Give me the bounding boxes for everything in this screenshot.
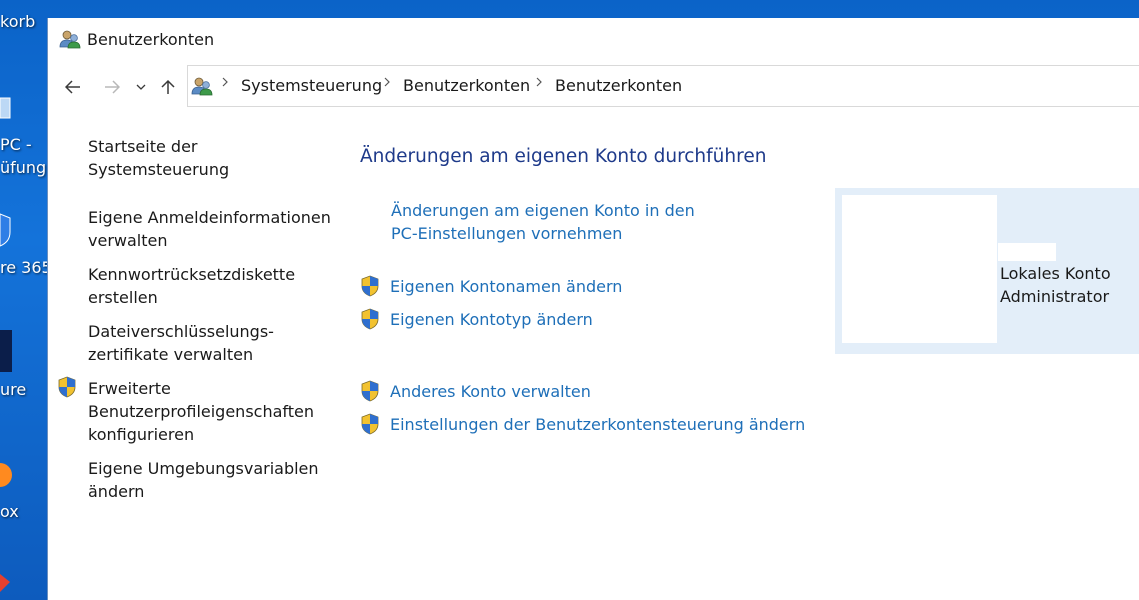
pc-icon[interactable] xyxy=(0,96,12,124)
uac-shield-icon xyxy=(361,413,379,435)
uac-settings-link[interactable]: Einstellungen der Benutzerkontensteuerun… xyxy=(390,413,805,436)
window-title: Benutzerkonten xyxy=(87,30,215,49)
breadcrumb-benutzerkonten[interactable]: Benutzerkonten xyxy=(403,76,530,95)
breadcrumb-systemsteuerung[interactable]: Systemsteuerung xyxy=(241,76,382,95)
breadcrumb-separator-icon[interactable] xyxy=(221,76,229,92)
up-arrow-icon[interactable] xyxy=(157,76,179,98)
firefox-icon[interactable] xyxy=(0,455,12,495)
user-accounts-icon xyxy=(191,77,213,96)
uac-shield-icon xyxy=(361,308,379,330)
desktop-icon-label-pc[interactable]: PC - xyxy=(0,135,32,154)
breadcrumb-separator-icon[interactable] xyxy=(535,76,543,92)
desktop-icon-label-ox[interactable]: ox xyxy=(0,502,19,521)
breadcrumb-separator-icon[interactable] xyxy=(383,76,391,92)
manage-other-account-link[interactable]: Anderes Konto verwalten xyxy=(390,380,591,403)
user-accounts-window: Benutzerkonten Systemsteuerung Benutzerk… xyxy=(47,18,1139,600)
title-bar[interactable]: Benutzerkonten xyxy=(48,18,1139,60)
uac-shield-icon xyxy=(361,380,379,402)
sidebar-item-credentials[interactable]: Eigene Anmeldeinformationen verwalten xyxy=(88,206,338,252)
desktop-icon-label-pc-2[interactable]: üfung xyxy=(0,158,46,177)
sidebar-item-advanced-profile[interactable]: Erweiterte Benutzerprofileigenschaften k… xyxy=(88,377,338,446)
app-icon[interactable] xyxy=(0,328,12,374)
forward-arrow-icon[interactable] xyxy=(101,76,123,98)
page-title: Änderungen am eigenen Konto durchführen xyxy=(360,146,767,167)
account-role-label: Administrator xyxy=(1000,287,1110,306)
desktop-icon-label-ure[interactable]: ure xyxy=(0,380,26,399)
desktop-icon-label-365[interactable]: re 365 xyxy=(0,258,52,277)
account-type-label: Lokales Konto xyxy=(1000,264,1111,283)
account-picture xyxy=(842,195,997,343)
desktop-icon-label-recycle[interactable]: korb xyxy=(0,12,35,31)
sidebar-home-link[interactable]: Startseite der Systemsteuerung xyxy=(88,135,338,181)
change-account-type-link[interactable]: Eigenen Kontotyp ändern xyxy=(390,308,593,331)
account-name-redacted xyxy=(998,243,1056,261)
account-tile: Lokales Konto Administrator xyxy=(835,188,1139,354)
chevron-down-icon[interactable] xyxy=(130,76,152,98)
navigation-bar: Systemsteuerung Benutzerkonten Benutzerk… xyxy=(48,64,1139,108)
uac-shield-icon xyxy=(361,275,379,297)
shield-icon[interactable] xyxy=(0,212,12,248)
address-bar[interactable]: Systemsteuerung Benutzerkonten Benutzerk… xyxy=(187,65,1139,107)
sidebar-item-password-reset-disk[interactable]: Kennwortrücksetzdiskette erstellen xyxy=(88,263,338,309)
back-arrow-icon[interactable] xyxy=(62,76,84,98)
pc-settings-link[interactable]: Änderungen am eigenen Konto in den PC-Ei… xyxy=(391,199,695,245)
breadcrumb-benutzerkonten-current[interactable]: Benutzerkonten xyxy=(555,76,682,95)
sidebar-item-encryption-certificates[interactable]: Dateiverschlüsselungs- zertifikate verwa… xyxy=(88,320,338,366)
change-account-name-link[interactable]: Eigenen Kontonamen ändern xyxy=(390,275,622,298)
uac-shield-icon xyxy=(58,376,76,398)
sidebar-item-environment-variables[interactable]: Eigene Umgebungsvariablen ändern xyxy=(88,457,338,503)
user-accounts-icon xyxy=(59,30,81,49)
app-icon-2[interactable] xyxy=(0,572,12,596)
